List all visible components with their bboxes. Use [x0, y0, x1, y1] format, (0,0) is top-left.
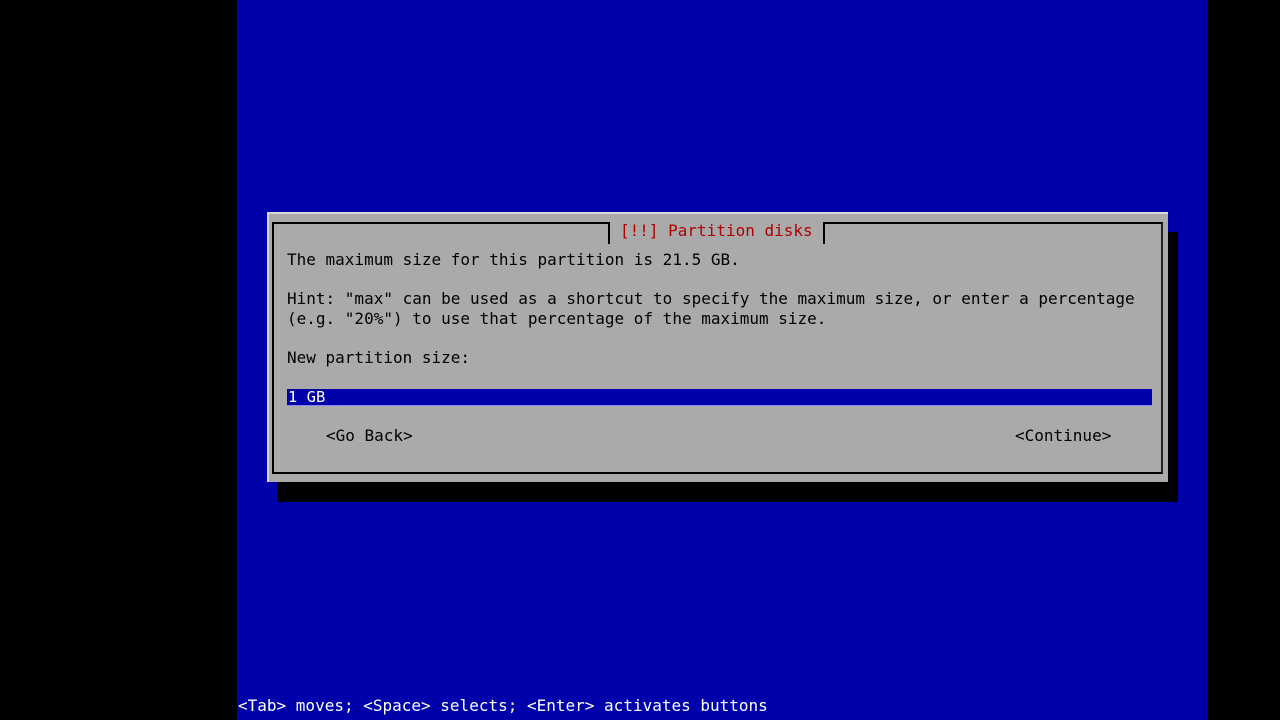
- dialog-title: [!!] Partition disks: [608, 222, 825, 244]
- status-bar-help: <Tab> moves; <Space> selects; <Enter> ac…: [238, 696, 768, 715]
- partition-size-value[interactable]: 1 GB: [288, 388, 325, 406]
- partition-size-dialog: [!!] Partition disks The maximum size fo…: [267, 212, 1168, 482]
- hint-line-2: (e.g. "20%") to use that percentage of t…: [287, 309, 827, 328]
- field-label: New partition size:: [287, 348, 471, 367]
- hint-line-1: Hint: "max" can be used as a shortcut to…: [287, 289, 1135, 308]
- go-back-button[interactable]: <Go Back>: [326, 426, 413, 445]
- continue-button[interactable]: <Continue>: [1015, 426, 1111, 445]
- partition-size-input[interactable]: 1 GB: [287, 389, 1152, 406]
- max-size-message: The maximum size for this partition is 2…: [287, 250, 740, 269]
